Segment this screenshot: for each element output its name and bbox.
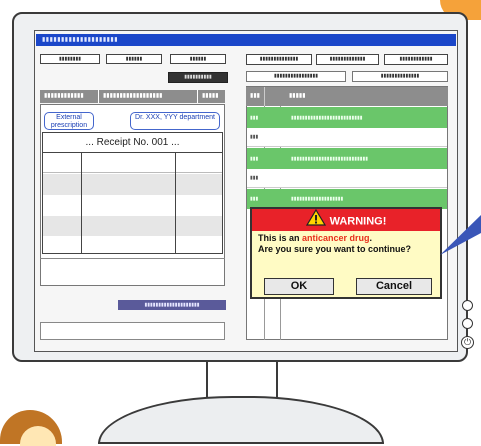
tab-doctor[interactable]: Dr. XXX, YYY department xyxy=(130,112,220,130)
warning-drug-type: anticancer drug xyxy=(302,233,370,243)
toolbar-button-2[interactable]: ▮▮▮▮▮▮ xyxy=(106,54,162,64)
warning-title: WARNING! xyxy=(329,215,387,228)
receipt-row xyxy=(43,153,222,173)
drug-list-row-code: ▮▮▮ xyxy=(250,196,259,202)
toolbar-button-3[interactable]: ▮▮▮▮▮▮ xyxy=(170,54,226,64)
warning-header: WARNING! xyxy=(252,208,440,234)
right-top-button-2[interactable]: ▮▮▮▮▮▮▮▮▮▮▮▮▮ xyxy=(316,54,379,65)
left-header-cell-3: ▮▮▮▮▮ xyxy=(197,90,223,103)
right-top-button-3[interactable]: ▮▮▮▮▮▮▮▮▮▮▮▮ xyxy=(384,54,448,65)
monitor-control-button-1[interactable] xyxy=(462,300,473,311)
drug-list-row-code: ▮▮▮ xyxy=(250,134,259,140)
monitor-control-button-2[interactable] xyxy=(462,318,473,329)
right-top-button-1[interactable]: ▮▮▮▮▮▮▮▮▮▮▮▮▮▮ xyxy=(246,54,312,65)
drug-list-header-cell-2: ▮▮▮▮▮ xyxy=(289,93,306,99)
warning-triangle-icon xyxy=(305,208,326,234)
left-panel-header: ▮▮▮▮▮▮▮▮▮▮▮▮ ▮▮▮▮▮▮▮▮▮▮▮▮▮▮▮▮▮▮ ▮▮▮▮▮ xyxy=(40,90,225,103)
drug-list-row-name: ▮▮▮▮▮▮▮▮▮▮▮▮▮▮▮▮▮▮▮▮▮▮▮▮▮▮▮▮ xyxy=(291,156,369,162)
drug-list-row[interactable]: ▮▮▮ ▮▮▮▮▮▮▮▮▮▮▮▮▮▮▮▮▮▮▮ xyxy=(247,189,447,209)
warning-question: Are you sure you want to continue? xyxy=(258,244,412,254)
monitor-base xyxy=(98,396,384,444)
warning-text-prefix: This is an xyxy=(258,233,303,243)
left-header-cell-2: ▮▮▮▮▮▮▮▮▮▮▮▮▮▮▮▮▮▮ xyxy=(98,90,197,103)
dark-action-button[interactable]: ▮▮▮▮▮▮▮▮▮▮ xyxy=(168,72,228,83)
warning-dialog: WARNING! This is an anticancer drug. Are… xyxy=(250,207,442,299)
drug-list-row-name: ▮▮▮▮▮▮▮▮▮▮▮▮▮▮▮▮▮▮▮▮▮▮▮▮▮▮ xyxy=(291,115,363,121)
drug-list-row-code: ▮▮▮ xyxy=(250,115,259,121)
divider xyxy=(40,258,225,259)
bottom-input-field[interactable] xyxy=(40,322,225,340)
drug-list-header-cell-1: ▮▮▮ xyxy=(250,93,260,99)
drug-list-row[interactable]: ▮▮▮ xyxy=(247,128,447,147)
warning-text-suffix: . xyxy=(369,233,373,243)
receipt-row xyxy=(43,174,222,195)
drug-list-row-name: ▮▮▮▮▮▮▮▮▮▮▮▮▮▮▮▮▮▮▮ xyxy=(291,196,344,202)
app-title-bar: ▮▮▮▮▮▮▮▮▮▮▮▮▮▮▮▮▮▮▮▮ xyxy=(36,34,456,46)
receipt-grid xyxy=(43,153,222,253)
receipt-col-divider xyxy=(81,153,82,253)
drug-list-row[interactable]: ▮▮▮ ▮▮▮▮▮▮▮▮▮▮▮▮▮▮▮▮▮▮▮▮▮▮▮▮▮▮ xyxy=(247,107,447,128)
bottom-action-button[interactable]: ▮▮▮▮▮▮▮▮▮▮▮▮▮▮▮▮▮▮▮▮ xyxy=(118,300,226,310)
drug-list-row-code: ▮▮▮ xyxy=(250,175,259,181)
receipt-row xyxy=(43,236,222,253)
cancel-button[interactable]: Cancel xyxy=(356,278,432,295)
drug-list-header: ▮▮▮ ▮▮▮▮▮ xyxy=(246,87,448,106)
left-header-cell-1: ▮▮▮▮▮▮▮▮▮▮▮▮ xyxy=(44,93,84,99)
receipt-table: ... Receipt No. 001 ... xyxy=(42,132,223,254)
right-sub-button-2[interactable]: ▮▮▮▮▮▮▮▮▮▮▮▮▮▮ xyxy=(352,71,448,82)
receipt-row xyxy=(43,216,222,236)
toolbar-button-1[interactable]: ▮▮▮▮▮▮▮▮ xyxy=(40,54,100,64)
receipt-title: ... Receipt No. 001 ... xyxy=(43,133,222,153)
tab-external-prescription[interactable]: External prescription xyxy=(44,112,94,130)
ok-button[interactable]: OK xyxy=(264,278,334,295)
power-icon[interactable]: ⏻ xyxy=(461,336,474,349)
drug-list-row[interactable]: ▮▮▮ ▮▮▮▮▮▮▮▮▮▮▮▮▮▮▮▮▮▮▮▮▮▮▮▮▮▮▮▮ xyxy=(247,148,447,169)
receipt-row xyxy=(43,195,222,216)
right-sub-button-1[interactable]: ▮▮▮▮▮▮▮▮▮▮▮▮▮▮▮▮ xyxy=(246,71,346,82)
drug-list-row[interactable]: ▮▮▮ xyxy=(247,169,447,188)
app-title: ▮▮▮▮▮▮▮▮▮▮▮▮▮▮▮▮▮▮▮▮ xyxy=(42,37,119,43)
callout-pointer xyxy=(440,215,481,255)
warning-message: This is an anticancer drug. Are you sure… xyxy=(258,233,442,255)
drug-list-row-code: ▮▮▮ xyxy=(250,156,259,162)
receipt-col-divider xyxy=(175,153,176,253)
